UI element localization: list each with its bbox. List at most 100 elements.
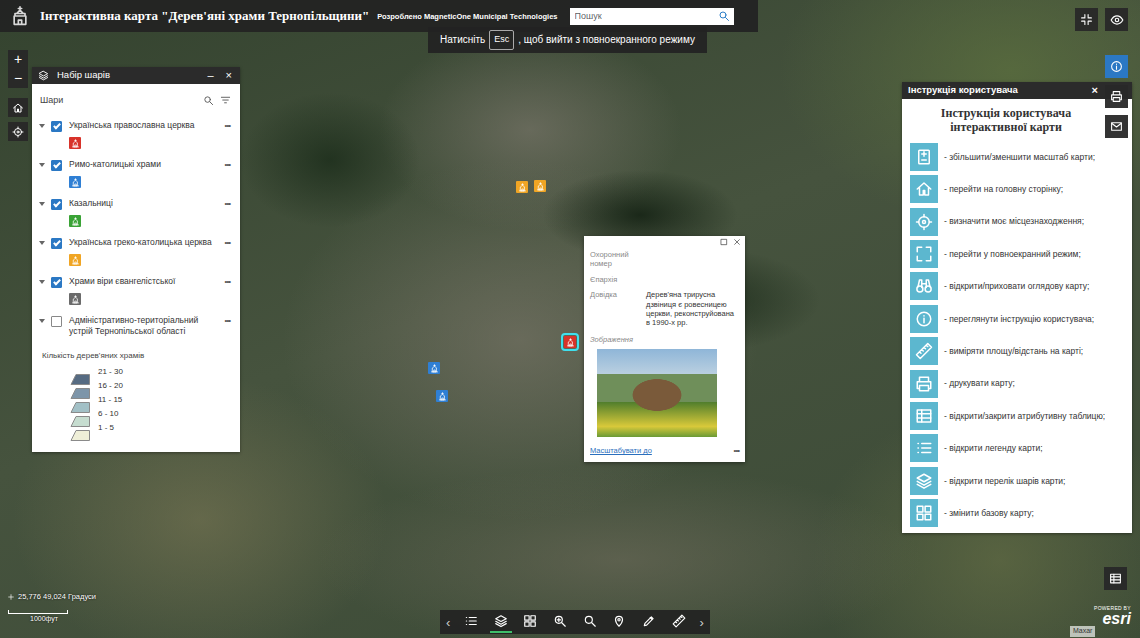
- layers-icon[interactable]: [490, 611, 512, 633]
- notice-text: , щоб вийти з повноекранного режиму: [518, 32, 695, 47]
- esc-key: Esc: [489, 30, 514, 50]
- zoom-icon: [910, 143, 938, 171]
- layer-menu[interactable]: •••: [223, 198, 232, 210]
- instruction-text: - виміряти площу/відстань на карті;: [944, 346, 1083, 356]
- layer-info: Українська православна церква: [66, 120, 219, 155]
- filter-icon[interactable]: [219, 94, 232, 107]
- legend-title: Кількість дерев'яних храмів: [42, 350, 232, 362]
- overview-eye-icon[interactable]: [1105, 8, 1128, 31]
- layer-checkbox[interactable]: [51, 238, 62, 249]
- mail-icon[interactable]: [1105, 115, 1128, 138]
- zoom-out-button[interactable]: −: [8, 69, 28, 88]
- search-icon[interactable]: [579, 611, 601, 633]
- previous-button[interactable]: ‹: [444, 616, 452, 629]
- home-icon[interactable]: [8, 98, 28, 117]
- legend-row: 21 - 30: [42, 365, 232, 379]
- instruction-item: - переглянути інструкцію користувача;: [910, 303, 1126, 335]
- church-marker-icon[interactable]: [534, 180, 546, 192]
- search-input[interactable]: [570, 8, 714, 25]
- church-marker-icon[interactable]: [516, 181, 528, 193]
- layer-row: Храми віри євангелістської •••: [38, 272, 232, 311]
- legend-label: 21 - 30: [98, 366, 123, 378]
- layer-checkbox[interactable]: [51, 277, 62, 288]
- coordinates-text: 25,776 49,024 Градуси: [18, 591, 96, 602]
- esri-logo: POWERED BYesri: [1094, 606, 1131, 627]
- layers-icon: [38, 70, 49, 81]
- expand-toggle[interactable]: [38, 276, 47, 288]
- expand-toggle[interactable]: [38, 198, 47, 210]
- church-marker-icon[interactable]: [564, 336, 576, 348]
- instruction-text: - друкувати карту;: [944, 378, 1015, 388]
- church-symbol-icon: [69, 176, 81, 188]
- layer-checkbox[interactable]: [51, 121, 62, 132]
- locate-icon[interactable]: [8, 122, 28, 141]
- expand-plus-icon[interactable]: [6, 592, 15, 601]
- close-button[interactable]: ×: [224, 70, 234, 81]
- instruction-item: - змінити базову карту;: [910, 497, 1126, 529]
- legend-label: 6 - 10: [98, 408, 118, 420]
- panel-title: Набір шарів: [57, 69, 197, 81]
- instruction-text: - відкрити перелік шарів карти;: [944, 476, 1065, 486]
- ruler-icon[interactable]: [668, 611, 690, 633]
- expand-toggle[interactable]: [38, 159, 47, 171]
- church-marker-icon[interactable]: [428, 362, 440, 374]
- home-icon: [910, 175, 938, 203]
- layer-menu[interactable]: •••: [223, 120, 232, 132]
- draw-pen-icon[interactable]: [638, 611, 660, 633]
- layer-label: Римо-католицькі храми: [69, 159, 219, 170]
- layer-menu[interactable]: •••: [223, 237, 232, 249]
- zoom-control: +−: [8, 50, 28, 88]
- instructions-heading: Інструкція користувача інтерактивної кар…: [902, 99, 1132, 141]
- instruction-item: - визначити моє місцезнаходження;: [910, 205, 1126, 237]
- legend-icon[interactable]: [460, 611, 482, 633]
- layer-checkbox[interactable]: [51, 160, 62, 171]
- layer-checkbox[interactable]: [51, 316, 62, 327]
- layer-label: Адміністративно-територіальний устрій Те…: [69, 315, 219, 337]
- print-icon[interactable]: [1105, 85, 1128, 108]
- layers-icon: [910, 467, 938, 495]
- feature-popup: Охоронний номерЄпархіяДовідкаДерев'яна т…: [584, 236, 745, 462]
- legend-swatch: [70, 408, 90, 419]
- expand-toggle[interactable]: [38, 237, 47, 249]
- layer-menu[interactable]: •••: [223, 276, 232, 288]
- next-button[interactable]: ›: [698, 616, 706, 629]
- layer-info: Казальниці: [66, 198, 219, 233]
- church-marker-icon[interactable]: [436, 390, 448, 402]
- ruler-icon: [910, 337, 938, 365]
- search-box: [570, 8, 734, 25]
- locate-icon: [910, 208, 938, 236]
- layer-row: Українська греко-католицька церква•••: [38, 233, 232, 272]
- popup-body: Охоронний номерЄпархіяДовідкаДерев'яна т…: [584, 248, 745, 462]
- expand-toggle[interactable]: [38, 120, 47, 132]
- minimize-button[interactable]: –: [205, 70, 215, 81]
- legend-swatch: [70, 380, 90, 391]
- zoom-to-link[interactable]: Масштабувати до: [590, 445, 652, 456]
- layer-menu[interactable]: •••: [223, 159, 232, 171]
- legend-row: 6 - 10: [42, 407, 232, 421]
- zoom-to-icon[interactable]: [549, 611, 571, 633]
- church-photo[interactable]: [597, 349, 717, 437]
- popup-menu[interactable]: •••: [734, 445, 739, 457]
- close-icon[interactable]: [732, 237, 742, 247]
- close-button[interactable]: ×: [1090, 85, 1100, 96]
- zoom-in-button[interactable]: +: [8, 50, 28, 69]
- layer-row: Адміністративно-територіальний устрій Те…: [38, 311, 232, 350]
- info-icon[interactable]: [1105, 55, 1128, 78]
- exit-fullscreen-icon[interactable]: [1075, 8, 1098, 31]
- imagery-attribution: Maxar: [1070, 626, 1095, 637]
- basemap-grid-icon[interactable]: [519, 611, 541, 633]
- attribute-table-icon[interactable]: [1104, 567, 1127, 590]
- layer-info: Храми віри євангелістської: [66, 276, 219, 311]
- table-icon: [910, 402, 938, 430]
- map-canvas[interactable]: Інтерактивна карта "Дерев'яні храми Терн…: [0, 0, 1140, 638]
- legend-icon: [910, 434, 938, 462]
- layer-checkbox[interactable]: [51, 199, 62, 210]
- layer-menu[interactable]: •••: [223, 315, 232, 327]
- search-icon[interactable]: [202, 94, 215, 107]
- search-icon[interactable]: [714, 8, 734, 25]
- developer-credit: Розроблено MagneticOne Municipal Technol…: [377, 12, 557, 21]
- maximize-icon[interactable]: [719, 237, 729, 247]
- pin-icon[interactable]: [608, 611, 630, 633]
- church-symbol-icon: [69, 137, 81, 149]
- expand-toggle[interactable]: [38, 315, 47, 327]
